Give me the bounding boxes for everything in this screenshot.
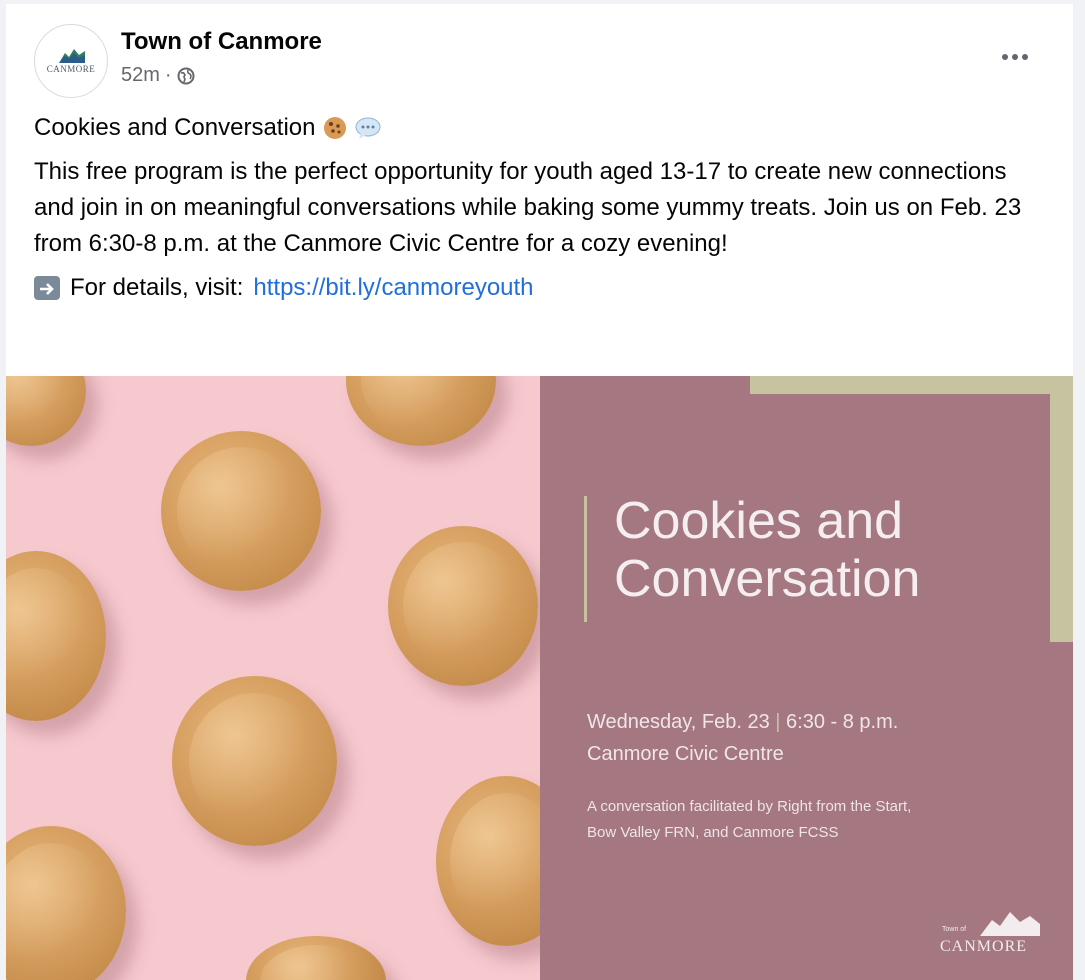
event-time: 6:30 - 8 p.m. <box>786 711 899 733</box>
post-body: This free program is the perfect opportu… <box>34 158 1022 257</box>
event-credit: A conversation facilitated by Right from… <box>587 794 1057 846</box>
facebook-post: CANMORE Town of Canmore 52m · Cookies an… <box>6 4 1073 980</box>
banner-title-line2: Conversation <box>614 550 921 608</box>
logo-small-text: Town of <box>942 926 967 933</box>
meta-separator: · <box>164 64 172 86</box>
details-prefix: For details, visit: <box>70 274 244 301</box>
cookie <box>6 826 126 980</box>
cookie <box>388 526 538 686</box>
cookie <box>6 551 106 721</box>
event-info-panel: Cookies and Conversation Wednesday, Feb.… <box>540 376 1073 980</box>
post-title: Cookies and Conversation <box>34 114 316 141</box>
page-avatar[interactable]: CANMORE <box>34 24 108 98</box>
credit-line1: A conversation facilitated by Right from… <box>587 798 912 815</box>
cookies-photo <box>6 376 540 980</box>
more-options-button[interactable] <box>995 42 1035 72</box>
cookie <box>172 676 337 846</box>
cookie <box>436 776 540 946</box>
logo-text: CANMORE <box>940 938 1028 955</box>
page-name-link[interactable]: Town of Canmore <box>121 28 322 56</box>
event-venue: Canmore Civic Centre <box>587 743 784 765</box>
more-dot <box>1002 54 1008 60</box>
cookie <box>346 376 496 446</box>
cookie-emoji <box>323 117 346 139</box>
details-link[interactable]: https://bit.ly/canmoreyouth <box>253 270 533 306</box>
credit-line2: Bow Valley FRN, and Canmore FCSS <box>587 824 839 841</box>
details-line: For details, visit: https://bit.ly/canmo… <box>34 270 1034 306</box>
accent-bar-side <box>1050 376 1073 642</box>
mountain-logo-icon <box>980 912 1040 936</box>
avatar-logo-text: CANMORE <box>46 64 96 74</box>
cookie <box>161 431 321 591</box>
speech-bubble-emoji <box>355 117 380 139</box>
event-date: Wednesday, Feb. 23 <box>587 711 770 733</box>
post-message: Cookies and Conversation This free progr… <box>34 110 1034 306</box>
more-dot <box>1022 54 1028 60</box>
event-when: Wednesday, Feb. 23 | 6:30 - 8 p.m. Canmo… <box>587 706 898 770</box>
post-header: CANMORE Town of Canmore 52m · <box>6 4 1073 114</box>
cookie <box>6 376 86 446</box>
canmore-footer-logo: Town of CANMORE <box>940 906 1040 956</box>
post-image[interactable]: Cookies and Conversation Wednesday, Feb.… <box>6 376 1073 980</box>
post-timestamp[interactable]: 52m <box>121 64 160 87</box>
banner-title: Cookies and Conversation <box>614 492 1034 608</box>
canmore-logo-icon <box>59 49 85 63</box>
date-time-divider: | <box>775 711 781 733</box>
title-rule <box>584 496 587 622</box>
globe-icon[interactable] <box>177 67 195 85</box>
more-dot <box>1012 54 1018 60</box>
right-arrow-icon <box>34 276 60 300</box>
post-title-line: Cookies and Conversation <box>34 110 1034 146</box>
post-meta: 52m · <box>121 64 195 87</box>
banner-title-line1: Cookies and <box>614 492 904 550</box>
cookie <box>246 936 386 980</box>
event-date-time: Wednesday, Feb. 23 | 6:30 - 8 p.m. <box>587 706 898 738</box>
accent-bar-top <box>750 376 1073 394</box>
